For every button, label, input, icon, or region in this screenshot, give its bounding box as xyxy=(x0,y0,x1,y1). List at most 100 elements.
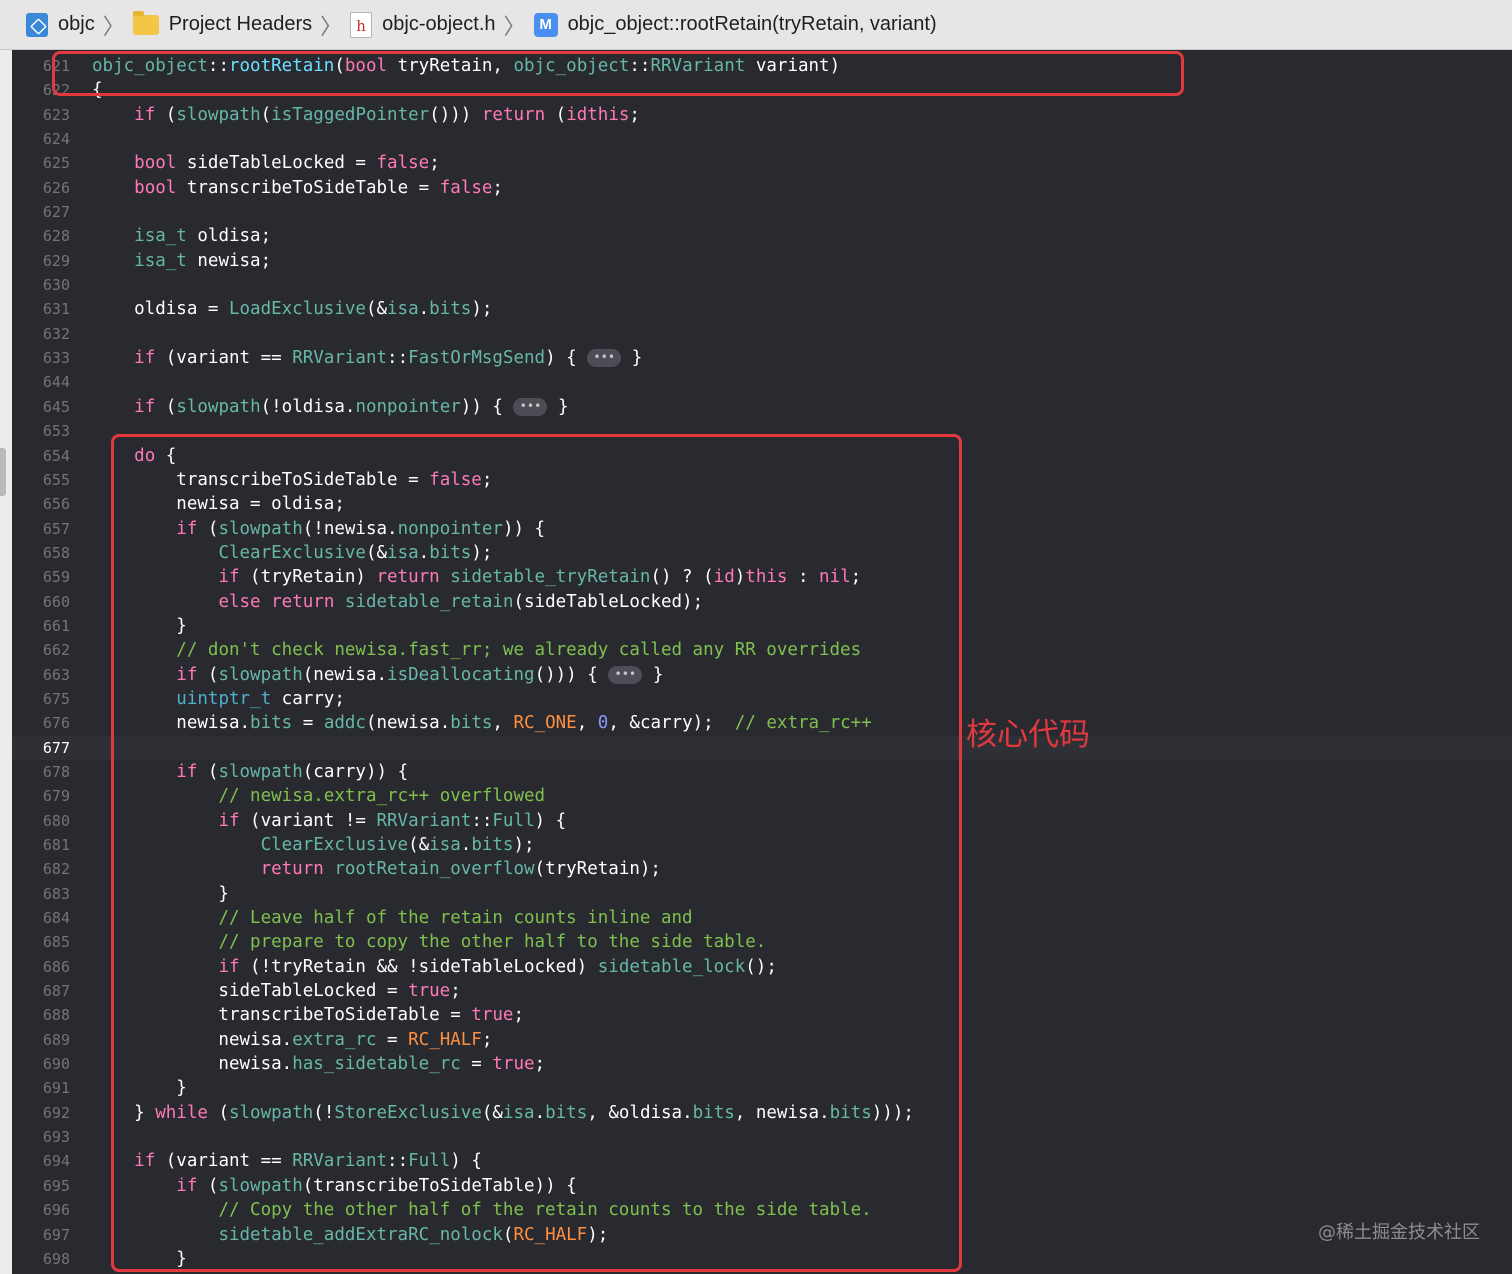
breadcrumb: objc 〉 Project Headers 〉 h objc-object.h 〉 Mobj… xyxy=(0,0,1512,50)
code-token: oldisa = xyxy=(92,299,229,320)
code-token: ( xyxy=(545,104,567,125)
line-number: 685 xyxy=(42,933,70,952)
code-line[interactable]: 625 bool sideTableLocked = false; xyxy=(12,151,1512,175)
code-token: )) { xyxy=(460,396,514,417)
line-number: 683 xyxy=(42,884,70,903)
code-line[interactable]: 630 xyxy=(12,273,1512,297)
line-number: 662 xyxy=(42,641,70,660)
code-token: :: xyxy=(387,348,409,369)
folded-code-button[interactable]: ••• xyxy=(587,349,622,368)
code-token: isa_t xyxy=(134,226,187,247)
line-number: 659 xyxy=(42,568,70,587)
code-token: ; xyxy=(429,153,440,174)
breadcrumb-item[interactable]: h objc-object.h xyxy=(350,11,496,38)
code-line[interactable]: 629 isa_t newisa; xyxy=(12,249,1512,273)
highlight-box-core-code xyxy=(111,434,962,1272)
line-number: 658 xyxy=(42,543,70,562)
line-number: 680 xyxy=(42,811,70,830)
code-token: RRVariant xyxy=(292,348,388,369)
code-token: newisa; xyxy=(186,250,272,271)
code-token: bool xyxy=(134,153,177,174)
line-number: 657 xyxy=(42,519,70,538)
code-token: bool xyxy=(134,177,177,198)
line-number: 691 xyxy=(42,1079,70,1098)
line-number: 655 xyxy=(42,470,70,489)
line-number: 624 xyxy=(42,130,70,149)
code-text: if (slowpath(!oldisa.nonpointer)) { ••• … xyxy=(92,395,569,419)
code-line[interactable]: 631 oldisa = LoadExclusive(&isa.bits); xyxy=(12,297,1512,321)
code-token: if xyxy=(134,396,156,417)
code-token: slowpath xyxy=(176,104,261,125)
line-number: 692 xyxy=(42,1103,70,1122)
code-text: bool sideTableLocked = false; xyxy=(92,151,440,175)
code-token: } xyxy=(621,348,643,369)
breadcrumb-label: Project Headers xyxy=(168,13,313,35)
line-number: 661 xyxy=(42,616,70,635)
code-line[interactable]: 633 if (variant == RRVariant::FastOrMsgS… xyxy=(12,346,1512,370)
line-number: 697 xyxy=(42,1225,70,1244)
line-number: 626 xyxy=(42,178,70,197)
breadcrumb-item[interactable]: Project Headers xyxy=(132,10,313,36)
code-token: sideTableLocked = xyxy=(176,153,377,174)
code-line[interactable]: 644 xyxy=(12,370,1512,394)
code-token: FastOrMsgSend xyxy=(408,348,546,369)
code-token: (!oldisa. xyxy=(260,396,356,417)
code-token: id xyxy=(566,104,588,125)
annotation-label: 核心代码 xyxy=(966,717,1090,753)
code-text: if (slowpath(isTaggedPointer())) return … xyxy=(92,103,640,127)
breadcrumb-label: objc_object::rootRetain(tryRetain, varia… xyxy=(567,13,937,35)
line-number: 625 xyxy=(42,154,70,173)
line-number: 630 xyxy=(42,276,70,295)
chevron-right-icon: 〉 xyxy=(503,13,526,39)
code-line[interactable]: 628 isa_t oldisa; xyxy=(12,224,1512,248)
folded-code-button[interactable]: ••• xyxy=(513,397,548,416)
code-line[interactable]: 626 bool transcribeToSideTable = false; xyxy=(12,176,1512,200)
line-number: 645 xyxy=(42,397,70,416)
code-text: bool transcribeToSideTable = false; xyxy=(92,176,503,200)
line-number: 628 xyxy=(42,227,70,246)
line-number: 633 xyxy=(42,349,70,368)
line-number: 631 xyxy=(42,300,70,319)
line-number: 695 xyxy=(42,1176,70,1195)
line-number: 694 xyxy=(42,1152,70,1171)
line-number: 654 xyxy=(42,446,70,465)
code-token: nonpointer xyxy=(355,396,461,417)
code-token: LoadExclusive xyxy=(228,299,366,320)
scroll-indicator[interactable] xyxy=(0,448,6,496)
breadcrumb-item[interactable]: objc xyxy=(26,12,95,37)
code-token: bits xyxy=(429,299,472,320)
project-icon xyxy=(26,12,48,37)
line-number: 686 xyxy=(42,957,70,976)
code-token: isa_t xyxy=(134,250,187,271)
folder-icon xyxy=(132,10,159,35)
code-token: isa xyxy=(387,299,419,320)
code-line[interactable]: 645 if (slowpath(!oldisa.nonpointer)) { … xyxy=(12,395,1512,419)
line-number: 656 xyxy=(42,495,70,514)
line-number: 660 xyxy=(42,592,70,611)
code-line[interactable]: 624 xyxy=(12,127,1512,151)
code-token: ; xyxy=(629,104,640,125)
line-number: 676 xyxy=(42,714,70,733)
line-number: 687 xyxy=(42,982,70,1001)
code-token: return xyxy=(481,104,546,125)
code-token: this xyxy=(587,104,630,125)
line-number: 663 xyxy=(42,665,70,684)
code-token: ( xyxy=(155,104,177,125)
breadcrumb-item[interactable]: Mobjc_object::rootRetain(tryRetain, vari… xyxy=(533,12,937,37)
code-line[interactable]: 632 xyxy=(12,322,1512,346)
line-number: 679 xyxy=(42,787,70,806)
code-token: isTaggedPointer xyxy=(271,104,430,125)
code-line[interactable]: 623 if (slowpath(isTaggedPointer())) ret… xyxy=(12,103,1512,127)
code-token: } xyxy=(547,396,569,417)
code-token: ( xyxy=(155,396,177,417)
code-text: oldisa = LoadExclusive(&isa.bits); xyxy=(92,297,492,321)
code-token: ())) xyxy=(429,104,482,125)
code-line[interactable]: 627 xyxy=(12,200,1512,224)
line-number: 689 xyxy=(42,1030,70,1049)
code-token: slowpath xyxy=(176,396,261,417)
